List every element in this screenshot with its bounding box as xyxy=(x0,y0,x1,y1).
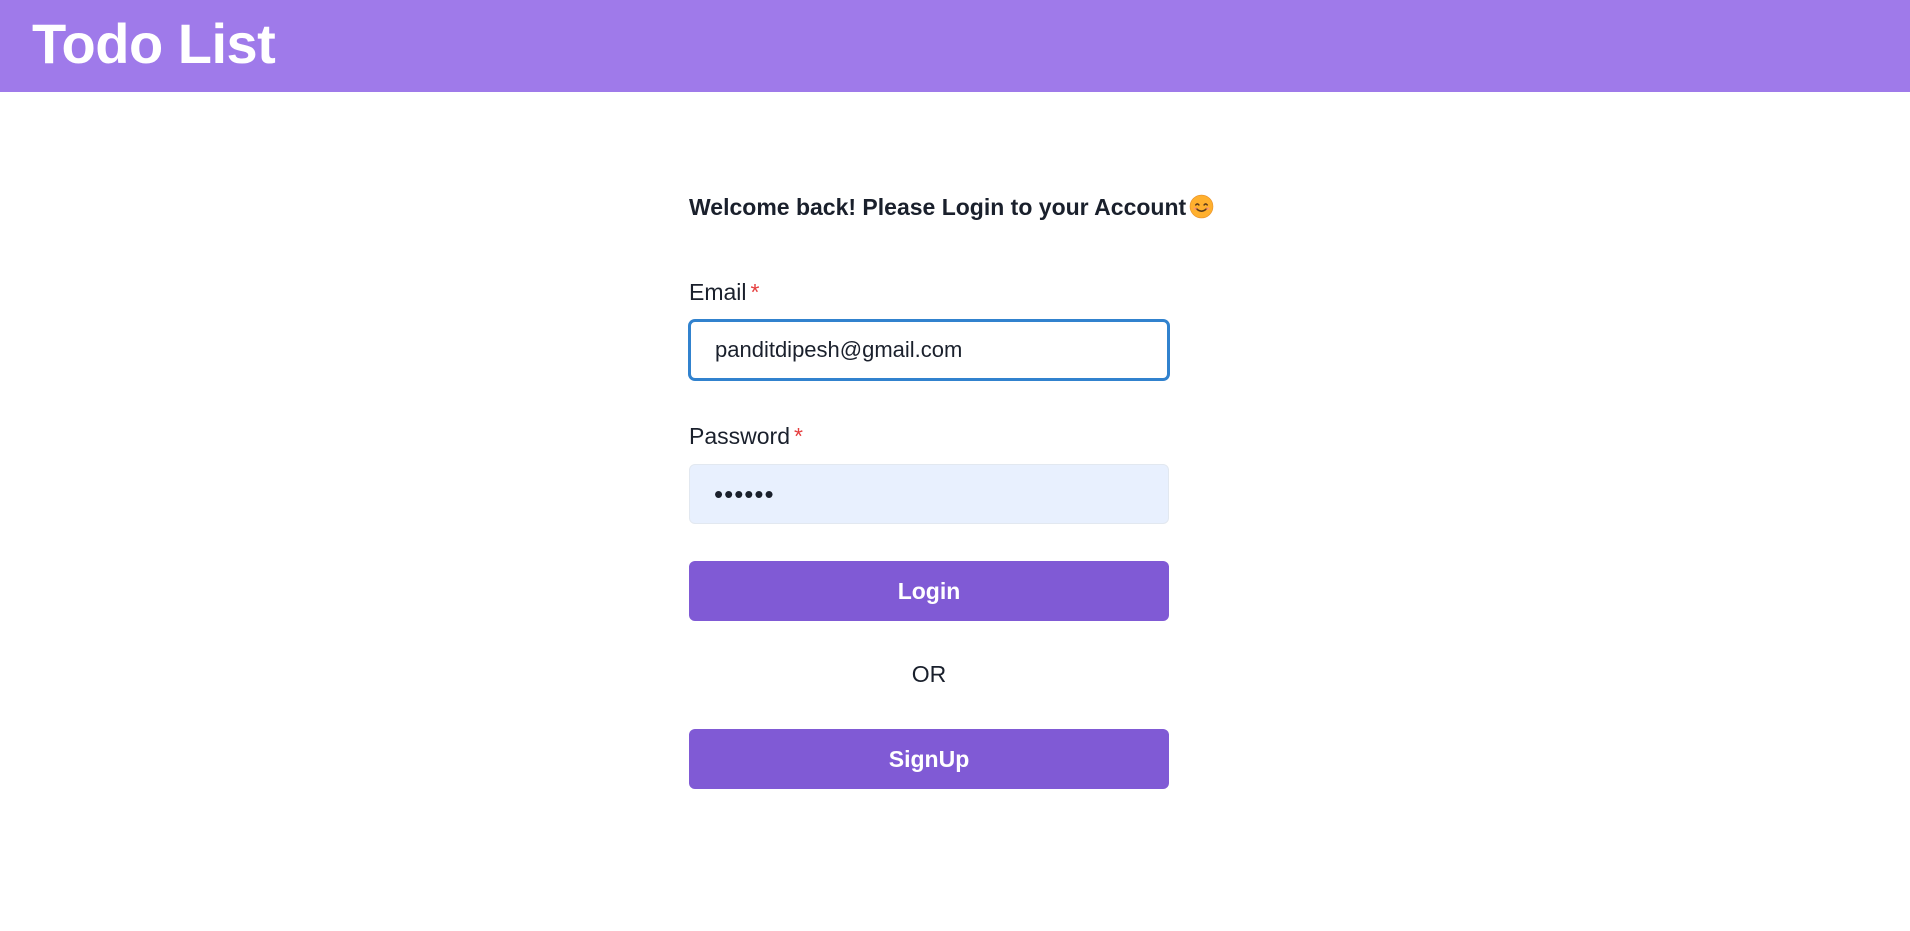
email-label-text: Email xyxy=(689,279,747,305)
password-field[interactable] xyxy=(689,464,1169,524)
app-title: Todo List xyxy=(32,12,276,75)
app-header: Todo List xyxy=(0,0,1910,92)
login-button[interactable]: Login xyxy=(689,561,1169,621)
email-label: Email * xyxy=(689,277,759,307)
password-label: Password * xyxy=(689,421,803,451)
welcome-heading: Welcome back! Please Login to your Accou… xyxy=(689,192,1214,222)
email-field[interactable] xyxy=(689,320,1169,380)
or-divider-text: OR xyxy=(911,661,947,687)
welcome-text: Welcome back! Please Login to your Accou… xyxy=(689,194,1187,220)
password-label-text: Password xyxy=(689,423,790,449)
email-required-mark: * xyxy=(750,279,760,305)
signup-button[interactable]: SignUp xyxy=(689,729,1169,789)
smiling-face-icon xyxy=(1189,194,1214,219)
password-required-mark: * xyxy=(793,423,803,449)
